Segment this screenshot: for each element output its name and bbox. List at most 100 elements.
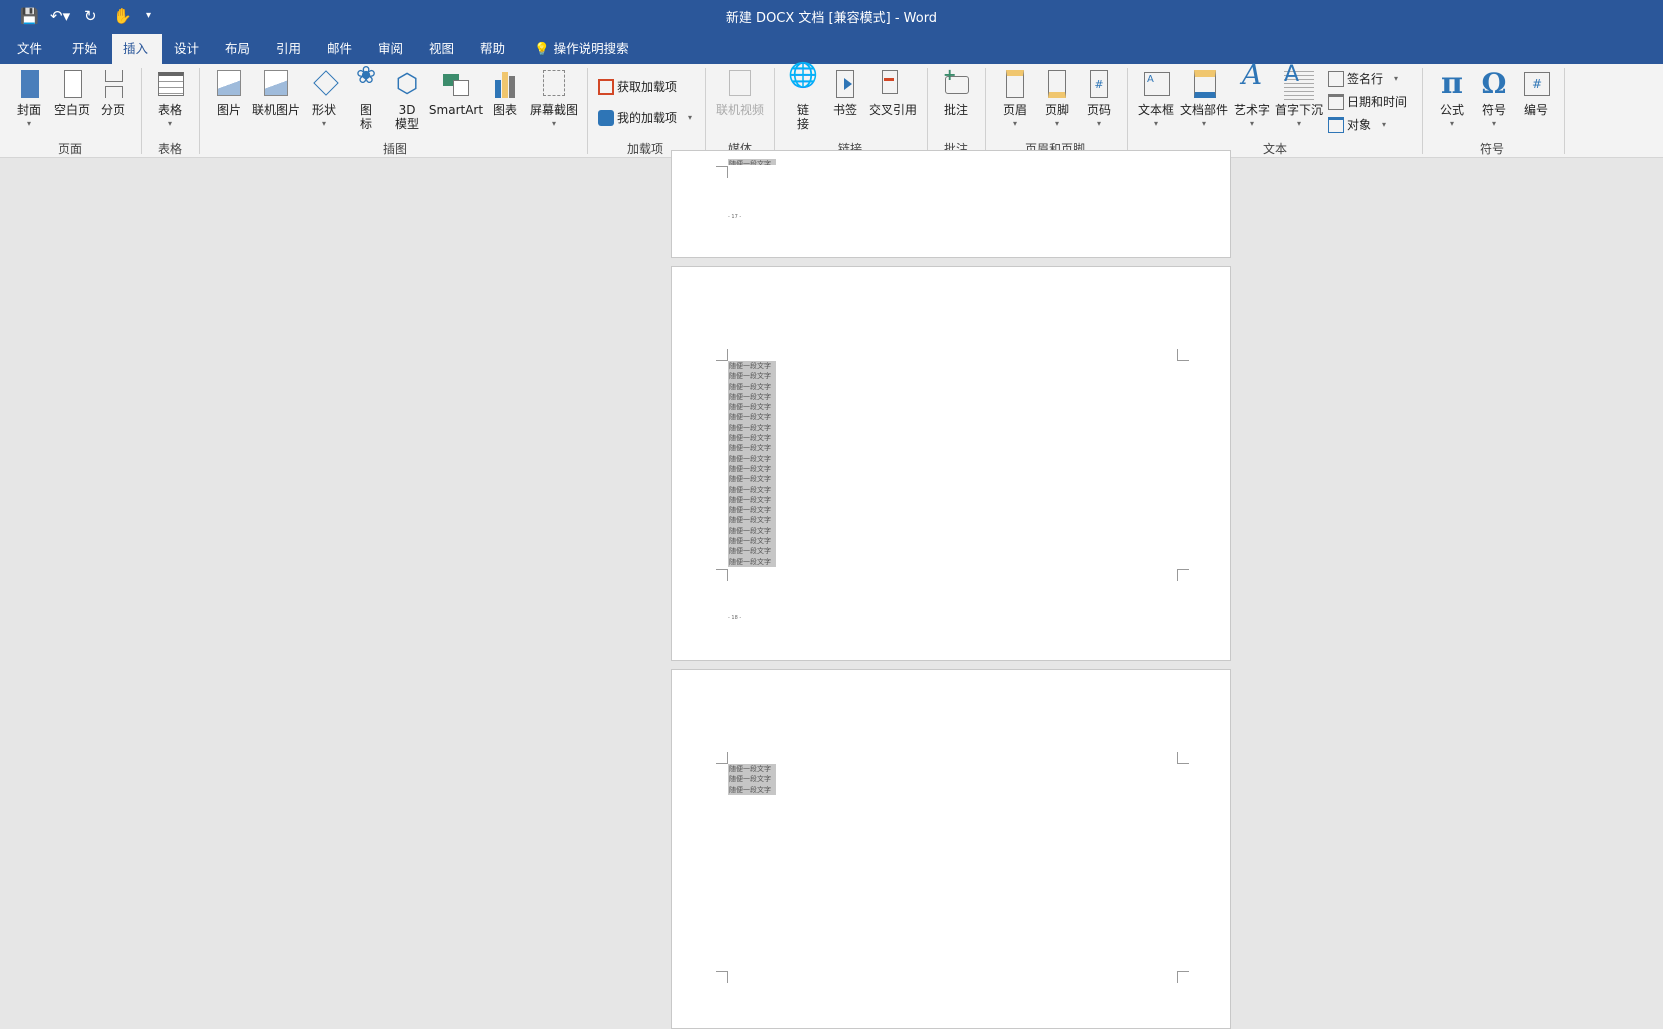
text-line: 随便一段文字 (729, 444, 771, 453)
page-break-button[interactable]: 分页 (96, 68, 130, 117)
margin-corner (716, 971, 728, 983)
symbol-button[interactable]: Ω 符号 ▾ (1476, 68, 1512, 131)
label: SmartArt (428, 103, 484, 117)
label: 文本框 (1137, 103, 1174, 117)
margin-corner (1177, 569, 1189, 581)
tab-help[interactable]: 帮助 (469, 34, 516, 64)
divider (985, 68, 986, 154)
group-label-addins: 加载项 (626, 142, 663, 156)
globe-link-icon: 🌐 (788, 61, 818, 89)
document-page-18[interactable]: 随便一段文字 随便一段文字 随便一段文字 随便一段文字 随便一段文字 随便一段文字 随便一段… (671, 266, 1231, 661)
text-line: 随便一段文字 (729, 423, 771, 432)
page-number-button[interactable]: # 页码 ▾ (1082, 68, 1116, 131)
label: 页码 (1086, 103, 1111, 117)
cube-icon: ⬡ (395, 69, 419, 99)
label: 我的加载项 (617, 111, 678, 125)
comment-button[interactable]: + 批注 (938, 67, 974, 117)
wordart-button[interactable]: A 艺术字 ▾ (1232, 58, 1272, 131)
tab-mailings[interactable]: 邮件 (316, 34, 363, 64)
shapes-button[interactable]: 形状 ▾ (306, 68, 342, 131)
tab-design[interactable]: 设计 (163, 34, 210, 64)
drop-cap-icon: A (1284, 64, 1314, 100)
signature-icon (1328, 70, 1344, 87)
document-page-17[interactable]: 随便一段文字 - 17 - (671, 150, 1231, 258)
text-line: 随便一段文字 (729, 434, 771, 443)
label: 符号 (1481, 103, 1506, 117)
tab-view[interactable]: 视图 (418, 34, 465, 64)
ribbon: 封面 ▾ 空白页 分页 页面 表格 ▾ 表格 图片 联机图片 形状 ▾ ❀ 图 标 ⬡ 3… (0, 58, 1663, 158)
blank-page-button[interactable]: 空白页 (52, 68, 92, 117)
object-button[interactable]: 对象 ▾ (1328, 116, 1386, 133)
divider (1564, 68, 1565, 154)
equation-button[interactable]: π 公式 ▾ (1434, 68, 1470, 131)
divider (199, 68, 200, 154)
text-line: 随便一段文字 (729, 765, 771, 773)
date-time-button[interactable]: 日期和时间 (1328, 93, 1407, 110)
tell-me-label: 操作说明搜索 (553, 41, 629, 56)
text-line: 随便一段文字 (729, 392, 771, 401)
pictures-button[interactable]: 图片 (212, 68, 246, 117)
text-line: 随便一段文字 (729, 775, 771, 784)
tab-review[interactable]: 审阅 (367, 34, 414, 64)
margin-corner (716, 166, 728, 178)
link-button[interactable]: 🌐 链 接 (786, 61, 820, 131)
table-button[interactable]: 表格 ▾ (152, 68, 188, 131)
text-line: 随便一段文字 (729, 362, 771, 370)
label: 批注 (943, 103, 968, 117)
divider (587, 68, 588, 154)
object-icon (1328, 116, 1344, 133)
3d-models-button[interactable]: ⬡ 3D 模型 (390, 68, 424, 131)
screenshot-button[interactable]: 屏幕截图 ▾ (526, 68, 582, 131)
text-box-button[interactable]: A 文本框 ▾ (1136, 68, 1176, 131)
online-picture-icon (261, 68, 291, 100)
wordart-icon: A (1241, 58, 1263, 91)
quick-parts-button[interactable]: 文档部件 ▾ (1178, 68, 1230, 131)
tab-file[interactable]: 文件 (6, 34, 53, 64)
smartart-button[interactable]: SmartArt (428, 68, 484, 117)
quick-parts-icon (1189, 68, 1219, 100)
online-video-button[interactable]: 联机视频 (712, 68, 768, 117)
footer-button[interactable]: 页脚 ▾ (1040, 68, 1074, 131)
header-button[interactable]: 页眉 ▾ (998, 68, 1032, 131)
tab-layout[interactable]: 布局 (214, 34, 261, 64)
text-line: 随便一段文字 (729, 464, 771, 473)
cross-reference-icon (878, 68, 908, 100)
label: 联机视频 (715, 103, 764, 117)
label: 日期和时间 (1347, 95, 1408, 109)
numbering-button[interactable]: # 编号 (1518, 68, 1554, 117)
divider (774, 68, 775, 154)
signature-line-button[interactable]: 签名行 ▾ (1328, 70, 1398, 87)
page-number: - 17 - (728, 214, 742, 220)
chart-button[interactable]: 图表 (488, 68, 522, 117)
label: 封面 (16, 103, 41, 117)
picture-icon (214, 68, 244, 100)
my-addins-button[interactable]: 我的加载项 ▾ (598, 109, 692, 126)
video-icon (725, 68, 755, 100)
shapes-icon (309, 68, 339, 100)
label: 形状 (311, 103, 336, 117)
bookmark-button[interactable]: 书签 (828, 68, 862, 117)
blank-page-icon (57, 68, 87, 100)
label: 签名行 (1347, 72, 1384, 86)
icons-button[interactable]: ❀ 图 标 (350, 63, 382, 131)
footer-icon (1042, 68, 1072, 100)
text-line: 随便一段文字 (729, 495, 771, 504)
margin-corner (1177, 752, 1189, 764)
divider (927, 68, 928, 154)
tab-references[interactable]: 引用 (265, 34, 312, 64)
omega-icon: Ω (1481, 67, 1507, 100)
tab-insert[interactable]: 插入 (112, 34, 162, 64)
cover-page-button[interactable]: 封面 ▾ (12, 68, 46, 131)
lightbulb-icon: 💡 (534, 41, 550, 56)
document-page-19[interactable]: 随便一段文字 随便一段文字 随便一段文字 (671, 669, 1231, 1029)
tab-home[interactable]: 开始 (61, 34, 108, 64)
cross-reference-button[interactable]: 交叉引用 (866, 68, 920, 117)
text-block: 随便一段文字 随便一段文字 随便一段文字 随便一段文字 随便一段文字 随便一段文字 随便一段… (728, 361, 776, 567)
divider (1127, 68, 1128, 154)
online-pictures-button[interactable]: 联机图片 (250, 68, 302, 117)
tell-me-search[interactable]: 💡 操作说明搜索 (523, 34, 640, 64)
header-icon (1000, 68, 1030, 100)
get-addins-button[interactable]: 获取加载项 (598, 78, 677, 95)
drop-cap-button[interactable]: A 首字下沉 ▾ (1274, 64, 1324, 131)
label: 文档部件 (1179, 103, 1228, 117)
